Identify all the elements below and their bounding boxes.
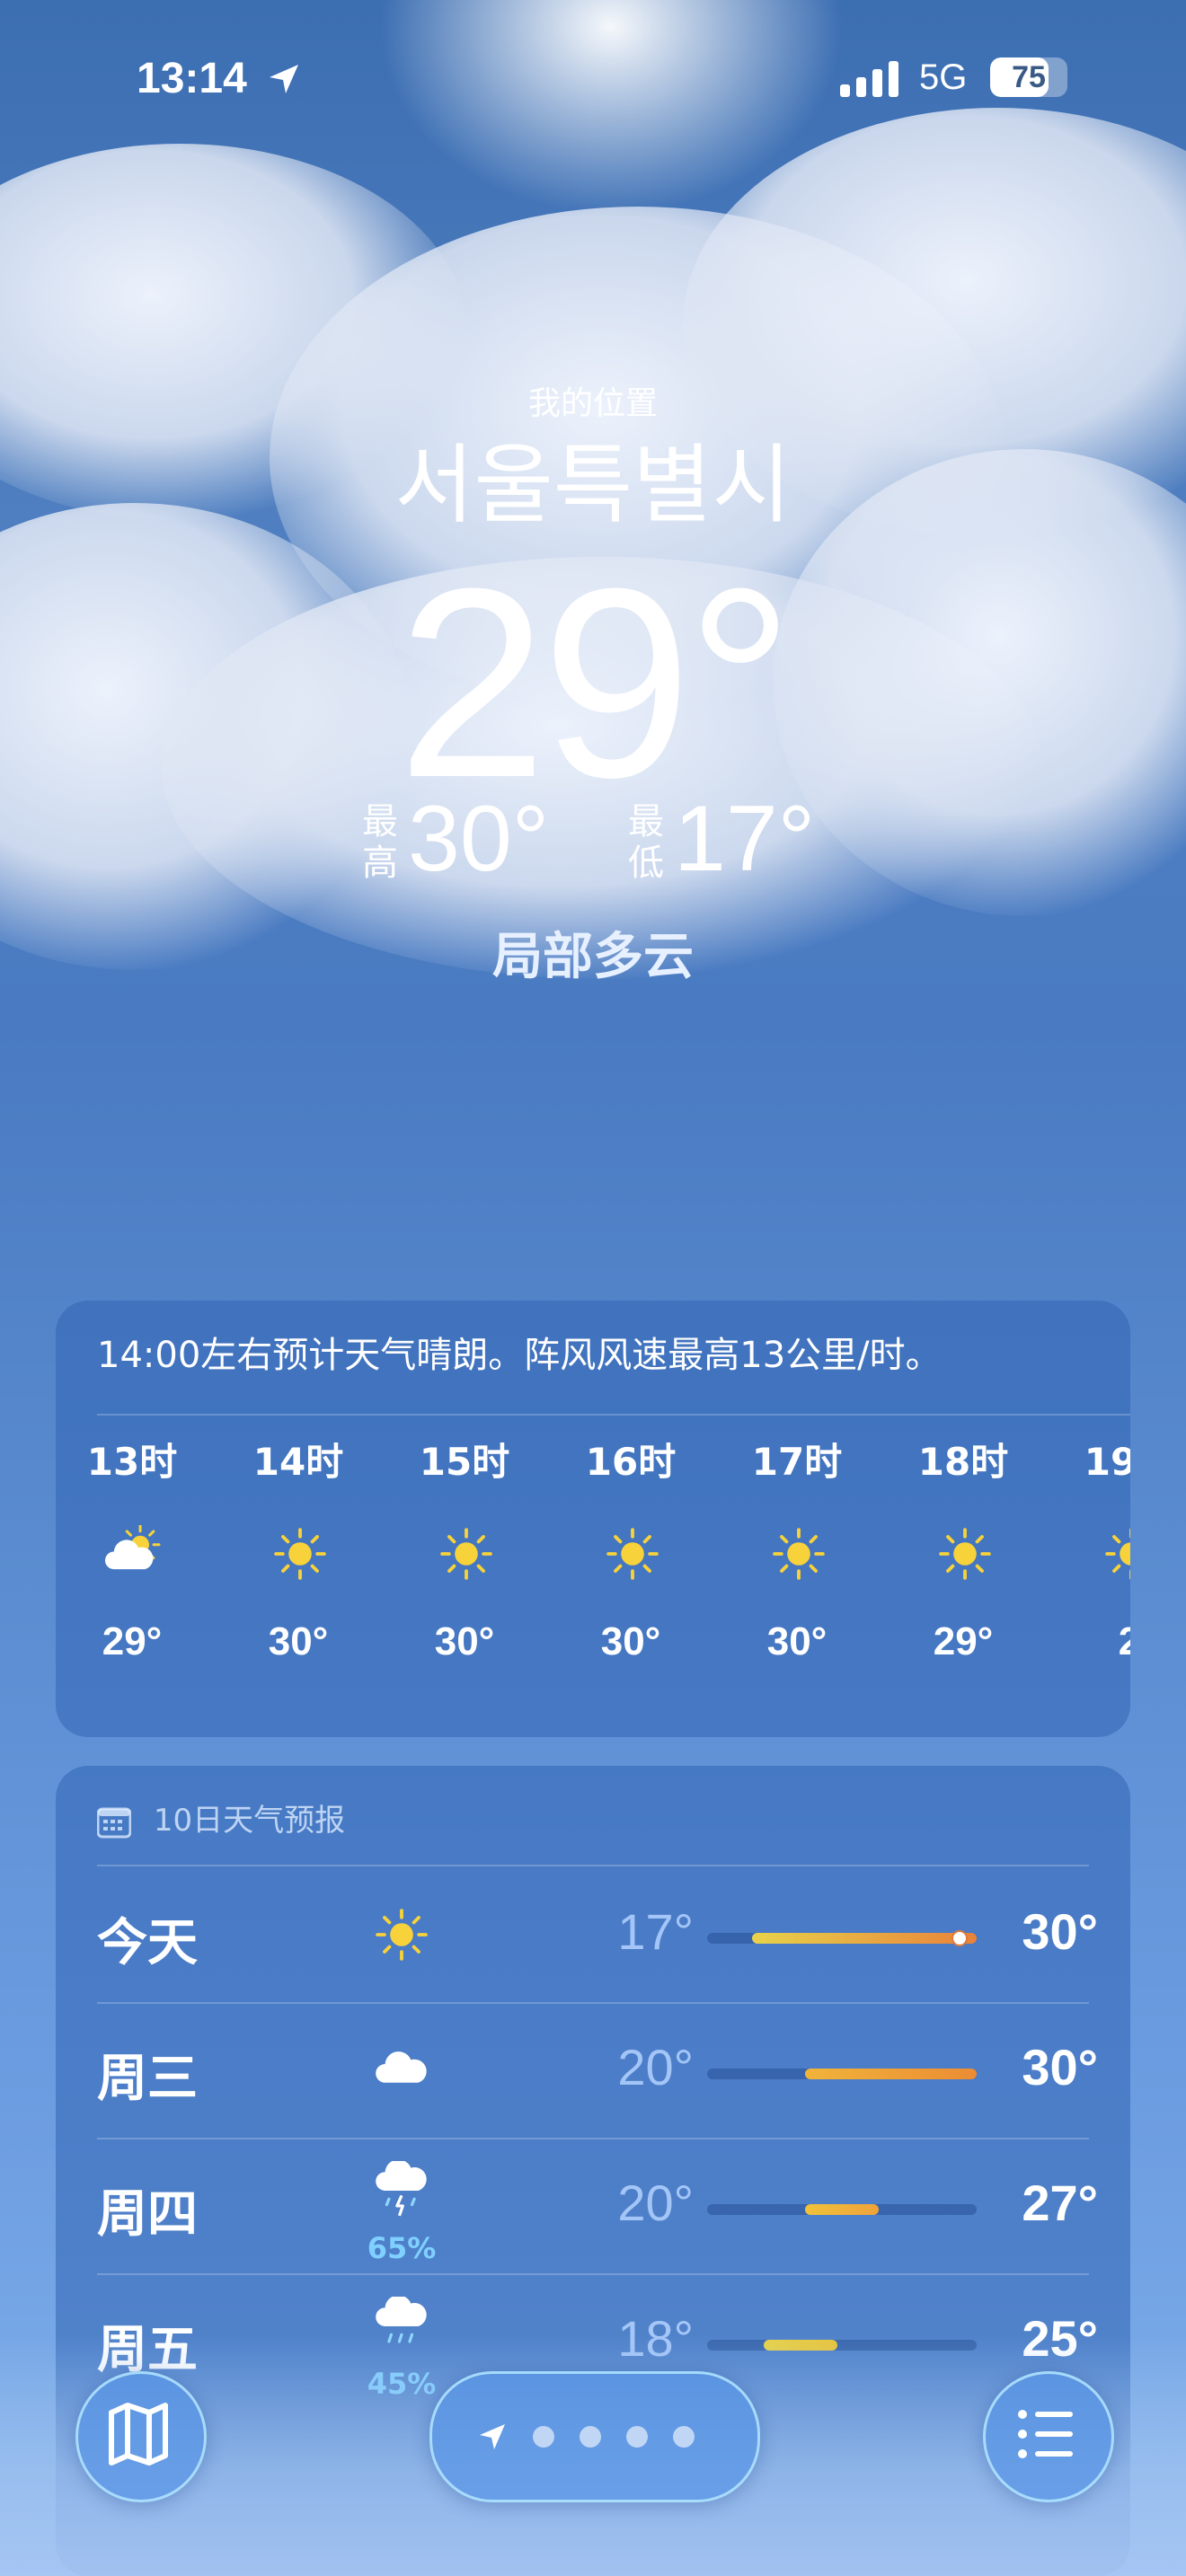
hour-temperature: 30°: [766, 1619, 828, 1663]
day-name: 周三: [97, 2050, 198, 2108]
hour-label: 18时: [917, 1440, 1009, 1484]
cloud-icon: [361, 2025, 442, 2124]
forecast-summary: 14:00左右预计天气晴朗。阵风风速最高13公里/时。: [97, 1335, 942, 1376]
high-label-text: 最高: [362, 801, 398, 884]
location-pager[interactable]: [429, 2371, 760, 2502]
low-label-text: 最低: [628, 801, 664, 884]
cellular-signal-icon: [840, 59, 903, 97]
hour-label: 13时: [86, 1440, 178, 1484]
current-weather-header: 我的位置 서울특별시 29°: [0, 377, 1186, 817]
sun-icon: [896, 1489, 1031, 1615]
battery-percent: 75: [1012, 60, 1046, 94]
high-low-temps: 最高 30° 最低 17°: [359, 787, 827, 898]
hourly-item: 15时 30°: [397, 1435, 532, 1669]
status-time: 13:14: [137, 55, 247, 102]
hour-temperature: 29°: [102, 1619, 163, 1663]
temperature-range-bar: [707, 1930, 977, 1946]
location-arrow-icon: [480, 2424, 505, 2449]
hour-temperature: 30°: [600, 1619, 661, 1663]
hour-label: 15时: [419, 1440, 510, 1484]
network-type: 5G: [919, 57, 968, 97]
day-name: 今天: [97, 1914, 198, 1972]
hourly-item: 19时 2: [1062, 1435, 1130, 1669]
hour-label: 14时: [252, 1440, 344, 1484]
hourly-item: 13时 29°: [65, 1435, 199, 1669]
divider: [97, 2273, 1089, 2275]
hourly-item: 18时 29°: [896, 1435, 1031, 1669]
day-name: 周四: [97, 2185, 198, 2244]
divider: [97, 1414, 1130, 1416]
hour-label: 16时: [585, 1440, 677, 1484]
day-low-temperature: 20°: [617, 2039, 694, 2095]
hour-temperature: 2: [1118, 1619, 1130, 1663]
day-high-temperature: 27°: [1022, 2175, 1098, 2231]
day-low-temperature: 17°: [617, 1903, 694, 1960]
hour-label: 17时: [751, 1440, 843, 1484]
hour-temperature: 30°: [434, 1619, 495, 1663]
sun-icon: [397, 1489, 532, 1615]
divider: [97, 2002, 1089, 2004]
hourly-item: 16时 30°: [563, 1435, 698, 1669]
status-bar: 13:14 5G 75: [0, 54, 1186, 117]
hourly-item: 17时 30°: [730, 1435, 864, 1669]
day-high-temperature: 30°: [1022, 1903, 1098, 1960]
thunderstorm-icon: 65%: [361, 2159, 442, 2265]
temperature-range-fill: [752, 1933, 977, 1944]
temperature-range-fill: [805, 2069, 977, 2079]
partly-cloudy-day-icon: [65, 1489, 199, 1615]
day-high-temperature: 30°: [1022, 2039, 1098, 2095]
page-dot[interactable]: [673, 2426, 695, 2448]
page-indicator: [477, 2419, 695, 2455]
hourly-strip[interactable]: 13时 29° 14时 30° 15时 30° 16时 30° 17时 30° 18时 29° 19时…: [56, 1435, 1130, 1732]
low-temperature: 17°: [674, 787, 816, 891]
sun-icon: [231, 1489, 366, 1615]
precipitation-chance: 65%: [367, 2231, 437, 2265]
weather-condition: 局部多云: [492, 928, 694, 986]
list-icon: [1018, 2410, 1073, 2458]
day-low-temperature: 20°: [617, 2175, 694, 2231]
page-dot[interactable]: [580, 2426, 601, 2448]
map-button[interactable]: [75, 2371, 207, 2502]
sun-icon: [1062, 1489, 1130, 1615]
daily-row[interactable]: 今天 17° 30°: [56, 1866, 1130, 2001]
hour-temperature: 30°: [268, 1619, 329, 1663]
location-label: 我的位置: [527, 385, 658, 422]
current-temperature: 29°: [397, 532, 794, 834]
calendar-icon: [97, 1807, 131, 1838]
weather-screen: 13:14 5G 75 我的位置 서울특별시 29° 最高 30° 最低 17°…: [0, 0, 1186, 2576]
sun-icon: [730, 1489, 864, 1615]
hour-temperature: 29°: [933, 1619, 994, 1663]
daily-title-text: 10日天气预报: [153, 1803, 346, 1839]
divider: [97, 2138, 1089, 2139]
daily-forecast-title: 10日天气预报: [97, 1798, 345, 1843]
hour-label: 19时: [1084, 1440, 1130, 1484]
temperature-range-fill: [805, 2204, 879, 2215]
location-services-icon: [270, 65, 298, 93]
map-icon: [109, 2403, 168, 2466]
sun-icon: [361, 1890, 442, 1989]
page-dot[interactable]: [533, 2426, 554, 2448]
high-temperature: 30°: [408, 787, 550, 891]
low-label: 最低: [625, 801, 667, 884]
hourly-forecast-card[interactable]: 14:00左右预计天气晴朗。阵风风速最高13公里/时。 13时 29° 14时 30…: [56, 1301, 1130, 1737]
high-label: 最高: [359, 801, 401, 884]
hourly-item: 14时 30°: [231, 1435, 366, 1669]
city-name: 서울특별시: [394, 435, 792, 535]
sun-icon: [563, 1489, 698, 1615]
temperature-range-bar: [707, 2069, 977, 2079]
temperature-range-bar: [707, 2204, 977, 2215]
list-button[interactable]: [983, 2371, 1114, 2502]
daily-row[interactable]: 周四 65% 20° 27°: [56, 2138, 1130, 2272]
battery-icon: 75: [990, 57, 1067, 97]
daily-row[interactable]: 周三 20° 30°: [56, 2002, 1130, 2137]
page-dot[interactable]: [626, 2426, 648, 2448]
